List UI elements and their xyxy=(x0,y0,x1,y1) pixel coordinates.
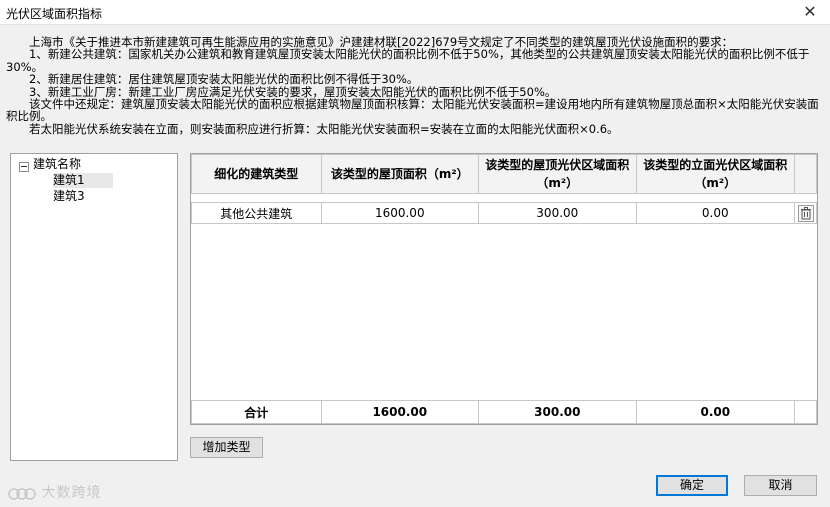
building-tree[interactable]: 建筑名称 建筑1 建筑3 xyxy=(10,153,178,461)
desc-line: 若太阳能光伏系统安装在立面，则安装面积应进行折算：太阳能光伏安装面积=安装在立面… xyxy=(6,121,619,136)
total-roof-area: 1600.00 xyxy=(320,400,480,424)
table-body: 其他公共建筑 1600.00 300.00 0.00 xyxy=(191,202,817,224)
column-header[interactable]: 该类型的屋顶光伏区域面积（m²） xyxy=(478,154,637,194)
table-header: 细化的建筑类型 该类型的屋顶面积（m²） 该类型的屋顶光伏区域面积（m²） 该类… xyxy=(191,154,817,194)
tree-root[interactable]: 建筑名称 xyxy=(33,157,81,172)
trash-icon[interactable] xyxy=(797,204,814,222)
watermark: 大数跨境 xyxy=(8,482,101,502)
watermark-logo-icon xyxy=(8,488,36,500)
table-row[interactable]: 其他公共建筑 1600.00 300.00 0.00 xyxy=(191,202,817,224)
ok-button[interactable]: 确定 xyxy=(656,475,728,496)
add-type-button[interactable]: 增加类型 xyxy=(190,437,263,458)
column-header-empty xyxy=(794,154,817,194)
area-table: 细化的建筑类型 该类型的屋顶面积（m²） 该类型的屋顶光伏区域面积（m²） 该类… xyxy=(190,153,818,425)
delete-cell xyxy=(794,202,817,224)
window-title: 光伏区域面积指标 xyxy=(6,7,103,21)
column-header[interactable]: 细化的建筑类型 xyxy=(191,154,322,194)
total-roof-pv-area: 300.00 xyxy=(478,400,637,424)
description-text: 上海市《关于推进本市新建建筑可再生能源应用的实施意见》沪建建材联[2022]67… xyxy=(6,36,821,136)
roof-pv-area-cell[interactable]: 300.00 xyxy=(478,202,637,224)
cancel-button[interactable]: 取消 xyxy=(744,475,817,496)
column-header[interactable]: 该类型的屋顶面积（m²） xyxy=(320,154,480,194)
total-facade-pv-area: 0.00 xyxy=(635,400,796,424)
table-total: 合计 1600.00 300.00 0.00 xyxy=(191,400,817,424)
total-row: 合计 1600.00 300.00 0.00 xyxy=(191,400,817,424)
watermark-text: 大数跨境 xyxy=(41,485,102,501)
desc-line: 1、新建公共建筑：国家机关办公建筑和教育建筑屋顶安装太阳能光伏的面积比例不低于5… xyxy=(6,47,810,74)
desc-line: 该文件中还规定：建筑屋顶安装太阳能光伏的面积应根据建筑物屋顶面积核算：太阳能光伏… xyxy=(6,97,819,124)
column-header[interactable]: 该类型的立面光伏区域面积（m²） xyxy=(635,154,796,194)
roof-area-cell[interactable]: 1600.00 xyxy=(320,202,480,224)
desc-line: 2、新建居住建筑：居住建筑屋顶安装太阳能光伏的面积比例不得低于30%。 xyxy=(6,72,419,87)
total-empty xyxy=(794,400,817,424)
total-label: 合计 xyxy=(191,400,322,424)
tree-item-building-3[interactable]: 建筑3 xyxy=(53,189,85,204)
facade-pv-area-cell[interactable]: 0.00 xyxy=(635,202,796,224)
tree-item-building-1[interactable]: 建筑1 xyxy=(53,173,113,188)
title-bar: 光伏区域面积指标 ✕ xyxy=(0,0,830,25)
building-type-cell[interactable]: 其他公共建筑 xyxy=(191,202,322,224)
close-icon[interactable]: ✕ xyxy=(800,2,820,22)
collapse-toggle-icon[interactable] xyxy=(19,162,29,172)
